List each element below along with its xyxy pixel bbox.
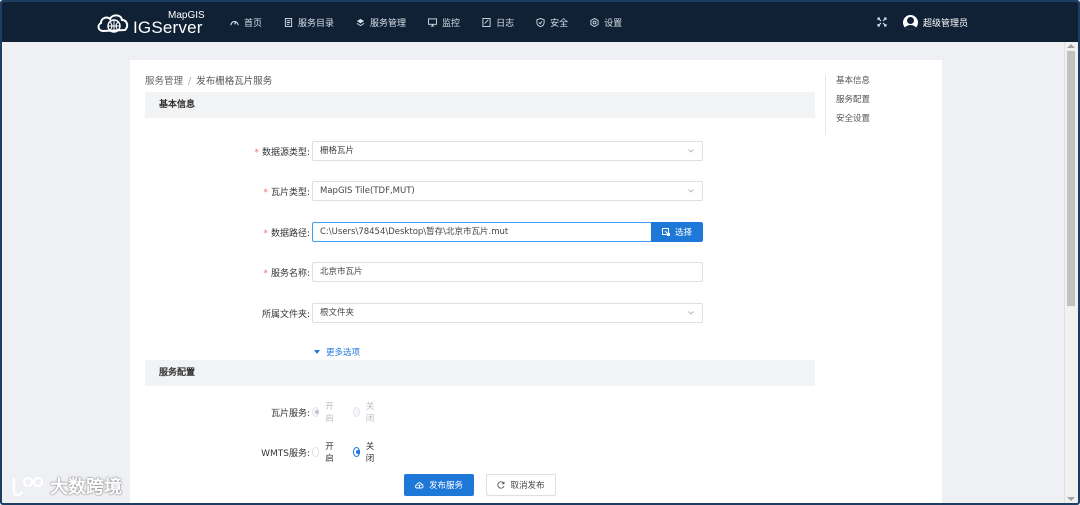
tile-service-radios: 开启 关闭 [312, 400, 393, 424]
watermark-logo-icon [12, 476, 44, 497]
cancel-publish-button[interactable]: 取消发布 [486, 474, 556, 496]
service-name-value: 北京市瓦片 [320, 267, 363, 277]
nav-home[interactable]: 首页 [230, 16, 262, 29]
radio-dot [312, 407, 320, 417]
tile-type-select[interactable]: MapGIS Tile(TDF,MUT) [312, 181, 703, 201]
dashboard-icon [230, 20, 239, 25]
layers-icon [356, 18, 365, 26]
tile-type-label: * 瓦片类型: [263, 187, 310, 198]
nav-security-label: 安全 [550, 18, 569, 29]
anchor-basic-info[interactable]: 基本信息 [836, 75, 870, 88]
data-path-label: * 数据路径: [263, 228, 310, 239]
anchor-security-settings[interactable]: 安全设置 [836, 113, 870, 126]
breadcrumb: 服务管理 / 发布栅格瓦片服务 [145, 73, 272, 87]
breadcrumb-separator: / [188, 76, 192, 87]
radio-dot [352, 447, 360, 457]
refresh-icon [497, 481, 505, 489]
radio-dot [352, 407, 360, 417]
tile-service-off-radio[interactable]: 关闭 [352, 400, 378, 424]
folder-open-icon [661, 228, 670, 236]
radio-dot [312, 447, 320, 457]
gear-icon [590, 17, 599, 27]
app-window: MapGIS IGServer 首页 服务目录 服务管理 监控 日志 安全 设置… [0, 0, 1080, 505]
chevron-down-icon [688, 149, 694, 153]
source-type-select[interactable]: 栅格瓦片 [312, 141, 703, 161]
username[interactable]: 超级管理员 [923, 16, 968, 29]
folder-label: 所属文件夹: [261, 309, 310, 320]
publish-button-label: 发布服务 [428, 481, 463, 491]
nav-monitor-label: 监控 [442, 18, 461, 29]
cloud-upload-icon [415, 482, 424, 489]
monitor-icon [428, 17, 438, 27]
log-icon [482, 17, 491, 27]
choose-file-label: 选择 [674, 228, 692, 238]
service-name-label: * 服务名称: [263, 268, 310, 279]
required-mark: * [254, 147, 259, 158]
wmts-on-radio[interactable]: 开启 [312, 440, 337, 464]
tile-service-on-radio[interactable]: 开启 [312, 400, 337, 424]
nav-monitor[interactable]: 监控 [428, 16, 460, 29]
chevron-down-icon [688, 189, 694, 193]
logo[interactable]: MapGIS IGServer [96, 10, 212, 37]
nav-log[interactable]: 日志 [482, 16, 514, 29]
nav-service-manage-label: 服务管理 [370, 18, 407, 29]
cloud-globe-icon [97, 14, 129, 33]
caret-down-icon [314, 350, 320, 354]
source-type-value: 栅格瓦片 [320, 146, 355, 156]
nav-settings-label: 设置 [604, 18, 623, 29]
more-options-label: 更多选项 [326, 348, 361, 358]
data-path-input[interactable]: C:\Users\78454\Desktop\暂存\北京市瓦片.mut [312, 222, 652, 242]
breadcrumb-current: 发布栅格瓦片服务 [196, 76, 273, 87]
data-path-value: C:\Users\78454\Desktop\暂存\北京市瓦片.mut [320, 227, 509, 237]
publish-button[interactable]: 发布服务 [404, 474, 474, 496]
required-mark: * [263, 268, 268, 279]
main-nav: 首页 服务目录 服务管理 监控 日志 安全 设置 [230, 2, 644, 42]
nav-service-manage[interactable]: 服务管理 [356, 16, 406, 29]
source-type-label: * 数据源类型: [254, 147, 310, 158]
form-card: 服务管理 / 发布栅格瓦片服务 基本信息 * 数据源类型: 栅格瓦片 * 瓦片类型: M… [130, 60, 942, 503]
avatar[interactable] [902, 14, 918, 30]
tile-type-value: MapGIS Tile(TDF,MUT) [320, 186, 415, 196]
section-basic-info: 基本信息 [145, 92, 815, 118]
required-mark: * [263, 187, 268, 198]
scroll-down-icon[interactable] [1067, 497, 1075, 501]
nav-catalog-label: 服务目录 [298, 18, 335, 29]
more-options-toggle[interactable]: 更多选项 [314, 346, 360, 358]
shield-icon [536, 17, 545, 27]
anchor-service-config[interactable]: 服务配置 [836, 94, 870, 107]
nav-settings[interactable]: 设置 [590, 16, 622, 29]
wmts-off-radio[interactable]: 关闭 [352, 440, 378, 464]
catalog-icon [284, 17, 293, 27]
brand-title: IGServer [133, 18, 203, 37]
wmts-service-radios: 开启 关闭 [312, 440, 393, 464]
vertical-scrollbar[interactable] [1064, 42, 1076, 503]
nav-home-label: 首页 [244, 18, 263, 29]
folder-value: 根文件夹 [320, 308, 355, 318]
wmts-service-label: WMTS服务: [261, 448, 310, 459]
user-area: 超级管理员 [877, 2, 968, 42]
top-navbar: MapGIS IGServer 首页 服务目录 服务管理 监控 日志 安全 设置… [2, 2, 1078, 42]
service-name-input[interactable]: 北京市瓦片 [312, 262, 703, 282]
scrollbar-thumb[interactable] [1067, 51, 1075, 306]
watermark: 大数跨境 [10, 473, 122, 499]
nav-catalog[interactable]: 服务目录 [284, 16, 334, 29]
cancel-publish-label: 取消发布 [510, 481, 545, 491]
scroll-up-icon[interactable] [1067, 44, 1075, 48]
breadcrumb-parent[interactable]: 服务管理 [145, 76, 183, 87]
anchor-nav: 基本信息 服务配置 安全设置 [825, 75, 870, 135]
nav-log-label: 日志 [496, 18, 515, 29]
nav-security[interactable]: 安全 [536, 16, 568, 29]
tile-service-label: 瓦片服务: [270, 408, 310, 419]
required-mark: * [263, 228, 268, 239]
section-service-config: 服务配置 [145, 360, 815, 386]
fullscreen-icon[interactable] [877, 17, 887, 27]
choose-file-button[interactable]: 选择 [651, 222, 703, 242]
folder-select[interactable]: 根文件夹 [312, 303, 703, 323]
watermark-text: 大数跨境 [50, 477, 122, 498]
chevron-down-icon [688, 311, 694, 315]
